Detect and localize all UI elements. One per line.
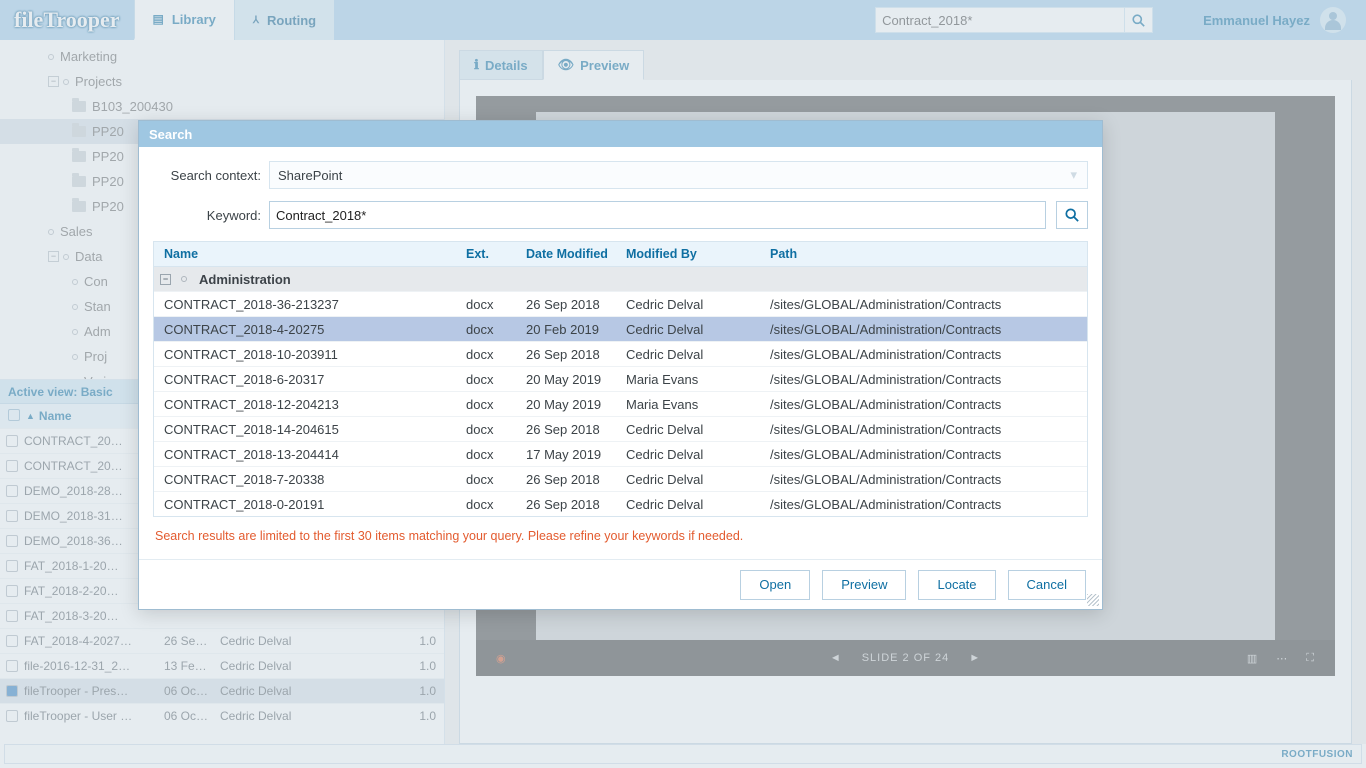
res-path: /sites/GLOBAL/Administration/Contracts	[766, 447, 1087, 462]
cancel-button[interactable]: Cancel	[1008, 570, 1086, 600]
search-go-button[interactable]	[1056, 201, 1088, 229]
res-mod: Cedric Delval	[626, 472, 766, 487]
context-select[interactable]: SharePoint	[269, 161, 1088, 189]
results-body[interactable]: −AdministrationCONTRACT_2018-36-213237do…	[153, 267, 1088, 517]
keyword-input[interactable]	[269, 201, 1046, 229]
result-row[interactable]: CONTRACT_2018-14-204615docx26 Sep 2018Ce…	[154, 416, 1087, 441]
res-ext: docx	[466, 297, 526, 312]
result-group[interactable]: − Administration	[154, 267, 1087, 291]
res-name: CONTRACT_2018-4-20275	[154, 322, 466, 337]
group-icon	[181, 276, 187, 282]
results-header[interactable]: Name Ext. Date Modified Modified By Path	[153, 241, 1088, 267]
result-row[interactable]: CONTRACT_2018-36-213237docx26 Sep 2018Ce…	[154, 291, 1087, 316]
context-label: Search context:	[153, 168, 269, 183]
res-date: 26 Sep 2018	[526, 422, 626, 437]
dialog-title: Search	[139, 121, 1102, 147]
result-row[interactable]: CONTRACT_2018-20-211520docx26 Sep 2018Ce…	[154, 516, 1087, 517]
res-ext: docx	[466, 372, 526, 387]
search-icon	[1065, 208, 1079, 222]
res-name: CONTRACT_2018-6-20317	[154, 372, 466, 387]
res-ext: docx	[466, 497, 526, 512]
open-button[interactable]: Open	[740, 570, 810, 600]
res-path: /sites/GLOBAL/Administration/Contracts	[766, 422, 1087, 437]
res-date: 17 May 2019	[526, 447, 626, 462]
res-mod: Cedric Delval	[626, 347, 766, 362]
res-path: /sites/GLOBAL/Administration/Contracts	[766, 397, 1087, 412]
res-name: CONTRACT_2018-12-204213	[154, 397, 466, 412]
res-name: CONTRACT_2018-36-213237	[154, 297, 466, 312]
res-ext: docx	[466, 472, 526, 487]
res-name: CONTRACT_2018-0-20191	[154, 497, 466, 512]
preview-button[interactable]: Preview	[822, 570, 906, 600]
search-dialog: Search Search context: SharePoint Keywor…	[138, 120, 1103, 610]
result-row[interactable]: CONTRACT_2018-7-20338docx26 Sep 2018Cedr…	[154, 466, 1087, 491]
res-ext: docx	[466, 422, 526, 437]
res-mod: Cedric Delval	[626, 497, 766, 512]
col-ext[interactable]: Ext.	[466, 247, 526, 261]
res-date: 26 Sep 2018	[526, 472, 626, 487]
res-path: /sites/GLOBAL/Administration/Contracts	[766, 497, 1087, 512]
res-path: /sites/GLOBAL/Administration/Contracts	[766, 322, 1087, 337]
col-name[interactable]: Name	[154, 247, 466, 261]
results-note: Search results are limited to the first …	[155, 529, 1086, 543]
res-date: 20 May 2019	[526, 372, 626, 387]
result-row[interactable]: CONTRACT_2018-4-20275docx20 Feb 2019Cedr…	[154, 316, 1087, 341]
res-date: 26 Sep 2018	[526, 297, 626, 312]
locate-button[interactable]: Locate	[918, 570, 995, 600]
res-ext: docx	[466, 447, 526, 462]
res-mod: Cedric Delval	[626, 447, 766, 462]
res-name: CONTRACT_2018-10-203911	[154, 347, 466, 362]
res-mod: Cedric Delval	[626, 322, 766, 337]
res-mod: Maria Evans	[626, 372, 766, 387]
res-path: /sites/GLOBAL/Administration/Contracts	[766, 347, 1087, 362]
col-date[interactable]: Date Modified	[526, 247, 626, 261]
res-name: CONTRACT_2018-7-20338	[154, 472, 466, 487]
res-mod: Maria Evans	[626, 397, 766, 412]
res-name: CONTRACT_2018-14-204615	[154, 422, 466, 437]
res-mod: Cedric Delval	[626, 297, 766, 312]
res-mod: Cedric Delval	[626, 422, 766, 437]
result-row[interactable]: CONTRACT_2018-13-204414docx17 May 2019Ce…	[154, 441, 1087, 466]
res-date: 20 May 2019	[526, 397, 626, 412]
res-name: CONTRACT_2018-13-204414	[154, 447, 466, 462]
resize-grip[interactable]	[1087, 594, 1099, 606]
res-ext: docx	[466, 397, 526, 412]
res-date: 20 Feb 2019	[526, 322, 626, 337]
collapse-icon[interactable]: −	[160, 274, 171, 285]
group-label: Administration	[199, 272, 291, 287]
res-ext: docx	[466, 347, 526, 362]
result-row[interactable]: CONTRACT_2018-0-20191docx26 Sep 2018Cedr…	[154, 491, 1087, 516]
result-row[interactable]: CONTRACT_2018-10-203911docx26 Sep 2018Ce…	[154, 341, 1087, 366]
res-path: /sites/GLOBAL/Administration/Contracts	[766, 297, 1087, 312]
result-row[interactable]: CONTRACT_2018-12-204213docx20 May 2019Ma…	[154, 391, 1087, 416]
result-row[interactable]: CONTRACT_2018-6-20317docx20 May 2019Mari…	[154, 366, 1087, 391]
res-date: 26 Sep 2018	[526, 347, 626, 362]
res-path: /sites/GLOBAL/Administration/Contracts	[766, 372, 1087, 387]
col-path[interactable]: Path	[766, 247, 1087, 261]
col-mod[interactable]: Modified By	[626, 247, 766, 261]
res-path: /sites/GLOBAL/Administration/Contracts	[766, 472, 1087, 487]
res-ext: docx	[466, 322, 526, 337]
res-date: 26 Sep 2018	[526, 497, 626, 512]
keyword-label: Keyword:	[153, 208, 269, 223]
